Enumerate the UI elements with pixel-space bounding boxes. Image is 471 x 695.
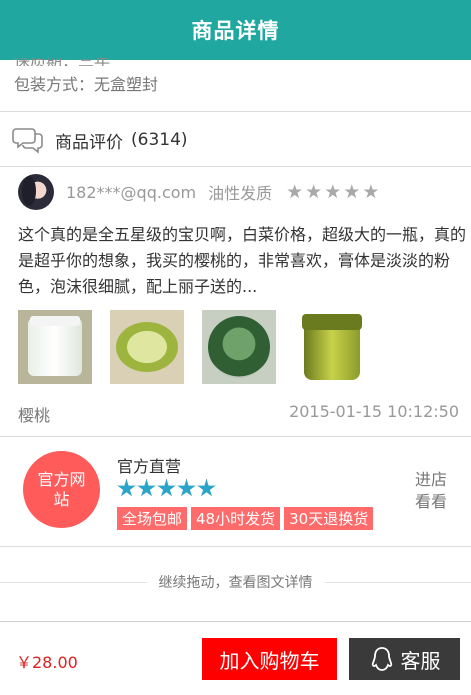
shop-tag: 48小时发货 — [191, 507, 281, 530]
shop-rating — [117, 479, 216, 498]
shop-tag: 全场包邮 — [117, 507, 188, 530]
reviews-title: 商品评价 — [55, 132, 123, 153]
star-icon — [117, 479, 136, 497]
star-icon: ★ — [343, 180, 361, 203]
reviews-count: (6314) — [131, 130, 188, 150]
star-icon: ★ — [286, 180, 304, 203]
star-icon — [177, 479, 196, 497]
packaging-spec: 包装方式：无盒塑封 — [14, 75, 159, 94]
chat-bubbles-icon — [12, 128, 43, 154]
page-title: 商品详情 — [191, 19, 280, 43]
more-details-hint: 继续拖动，查看图文详情 — [0, 570, 471, 594]
qq-penguin-icon — [371, 647, 392, 671]
review-photo[interactable] — [202, 310, 276, 384]
customer-service-label: 客服 — [400, 648, 441, 673]
star-icon — [197, 479, 216, 497]
reviewer-name: 182***@qq.com — [66, 182, 197, 202]
partial-spec-line: 保质期：三年 — [14, 58, 144, 66]
bottom-action-bar: ￥28.00 加入购物车 客服 — [0, 621, 471, 695]
avatar — [18, 174, 54, 210]
star-icon: ★ — [324, 180, 342, 203]
review-photo[interactable] — [294, 310, 368, 384]
divider — [0, 166, 471, 167]
review-photo[interactable] — [18, 310, 92, 384]
star-icon: ★ — [362, 180, 380, 203]
customer-service-button[interactable]: 客服 — [349, 638, 460, 680]
enter-shop-button[interactable]: 进店看看 — [415, 469, 455, 513]
review-text: 这个真的是全五星级的宝贝啊，白菜价格，超级大的一瓶，真的是超乎你的想象，我买的樱… — [18, 225, 467, 296]
review-date: 2015-01-15 10:12:50 — [289, 402, 459, 421]
review-variant: 樱桃 — [18, 406, 51, 425]
divider — [0, 111, 471, 112]
app-header: 商品详情 — [0, 0, 471, 60]
star-icon — [137, 479, 156, 497]
shop-card: 官方网站 官方直营 全场包邮 48小时发货 30天退换货 进店看看 — [0, 437, 471, 545]
shop-name: 官方直营 — [117, 457, 182, 476]
reviews-header[interactable]: 商品评价 (6314) — [0, 113, 471, 167]
review-user-row: 182***@qq.com 油性发质 ★ ★ ★ ★ ★ — [18, 173, 379, 211]
add-to-cart-button[interactable]: 加入购物车 — [202, 638, 337, 680]
review-rating: ★ ★ ★ ★ ★ — [286, 180, 380, 203]
reviewer-skin-type: 油性发质 — [208, 184, 273, 203]
price: ￥28.00 — [16, 653, 78, 672]
star-icon — [157, 479, 176, 497]
shop-badge: 官方网站 — [23, 451, 100, 528]
shop-tag: 30天退换货 — [284, 507, 374, 530]
shop-service-tags: 全场包邮 48小时发货 30天退换货 — [117, 507, 374, 530]
review-photos — [18, 310, 368, 384]
star-icon: ★ — [305, 180, 323, 203]
review-photo[interactable] — [110, 310, 184, 384]
divider — [0, 546, 471, 547]
more-details-text: 继续拖动，查看图文详情 — [158, 575, 313, 591]
